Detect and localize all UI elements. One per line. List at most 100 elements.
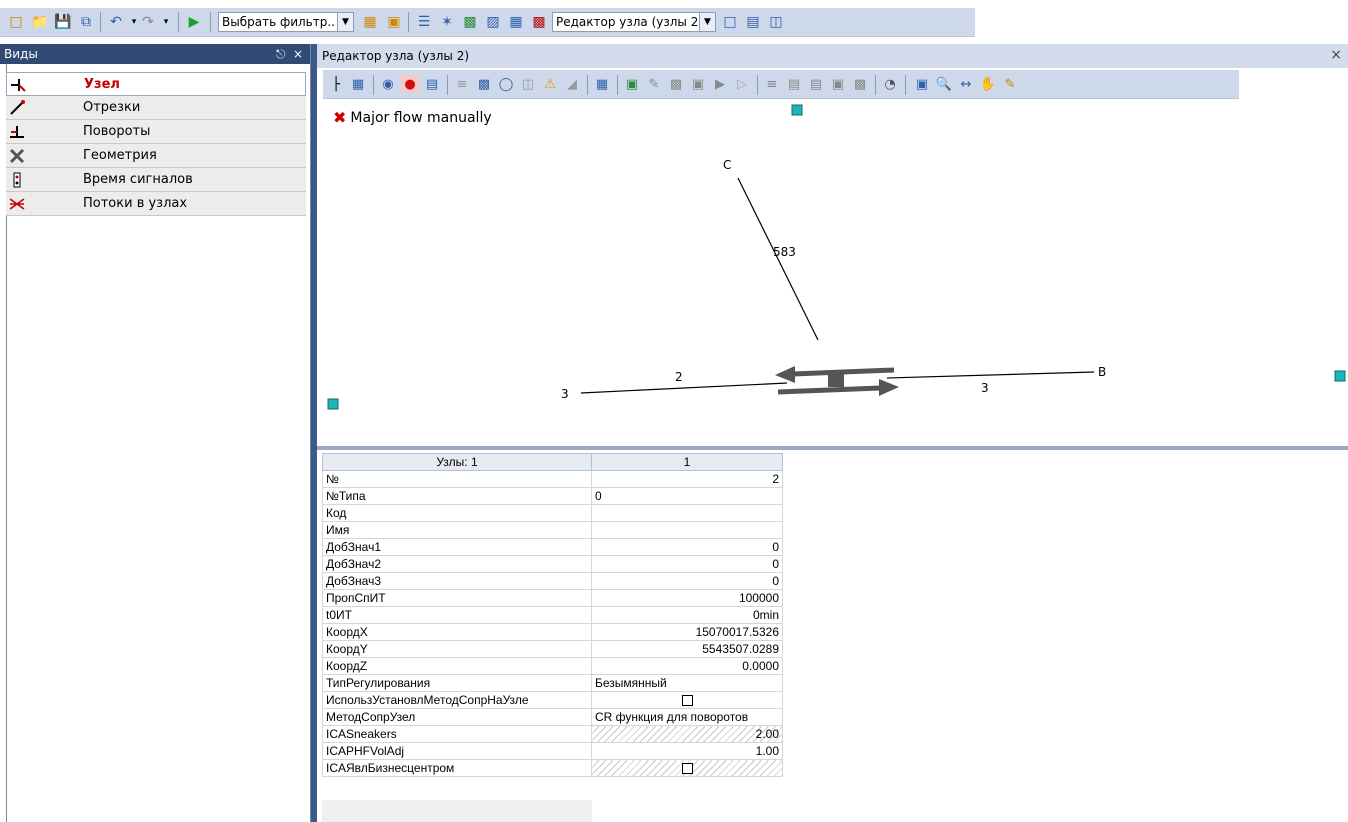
attribute-value[interactable]: CR функция для поворотов [591, 708, 783, 726]
view-item-links[interactable]: Отрезки [6, 96, 306, 120]
table-row[interactable]: ICAЯвлБизнесцентром [322, 759, 783, 777]
table-row[interactable]: ПропСпИТ 100000 [322, 589, 783, 607]
view-item-signal-time[interactable]: Время сигналов [6, 168, 306, 192]
play-icon[interactable]: ▶ [184, 12, 204, 32]
table-row[interactable]: ИспользУстановлМетодСопрНаУзле [322, 691, 783, 709]
new-file-icon[interactable]: □ [6, 12, 26, 32]
filter-apply-icon[interactable]: ▣ [384, 12, 404, 32]
lanes-icon[interactable]: ≡ [453, 75, 471, 93]
network-view-icon[interactable]: ✶ [437, 12, 457, 32]
warning-icon[interactable]: ⚠ [541, 75, 559, 93]
circle-tool-icon[interactable]: ◉ [379, 75, 397, 93]
node-turn-arrows[interactable] [775, 366, 899, 396]
edit-signal-icon[interactable]: ✎ [645, 75, 663, 93]
table-row[interactable]: ICASneakers 2.00 [322, 725, 783, 743]
attribute-value[interactable]: 0 [591, 555, 783, 573]
chart-view-icon[interactable]: ▨ [483, 12, 503, 32]
window-vertical-icon[interactable]: ◫ [766, 12, 786, 32]
attribute-value[interactable]: 0 [591, 572, 783, 590]
stage-icon[interactable]: ≡ [763, 75, 781, 93]
view-item-node-flows[interactable]: Потоки в узлах [6, 192, 306, 216]
window-horizontal-icon[interactable]: ▤ [743, 12, 763, 32]
table-row[interactable]: №Типа 0 [322, 487, 783, 505]
attribute-value[interactable]: 0.0000 [591, 657, 783, 675]
select-tool-icon[interactable]: ▤ [423, 75, 441, 93]
view-item-node[interactable]: Узел [6, 72, 306, 96]
table-row[interactable]: Код [322, 504, 783, 522]
pie-icon[interactable]: ◔ [881, 75, 899, 93]
table-row[interactable]: t0ИТ 0min [322, 606, 783, 624]
link-right[interactable] [886, 371, 1095, 379]
save-icon[interactable]: 💾 [53, 12, 73, 32]
attribute-value[interactable] [591, 504, 783, 522]
table-row[interactable]: КоордY 5543507.0289 [322, 640, 783, 658]
cycle-icon[interactable]: ◯ [497, 75, 515, 93]
record-tool-icon[interactable]: ● [401, 75, 419, 93]
zoom-extent-icon[interactable]: ↔ [957, 75, 975, 93]
table-row[interactable]: МетодСопрУзел CR функция для поворотов [322, 708, 783, 726]
column-header-key[interactable]: Узлы: 1 [322, 453, 592, 471]
attribute-checkbox-cell[interactable] [591, 691, 783, 709]
attribute-value[interactable]: Безымянный [591, 674, 783, 692]
stage-add-icon[interactable]: ▤ [785, 75, 803, 93]
table-row[interactable]: ДобЗнач3 0 [322, 572, 783, 590]
node-marker-left[interactable] [327, 398, 339, 410]
attribute-value[interactable]: 0 [591, 487, 783, 505]
close-icon[interactable]: × [1330, 47, 1342, 63]
stage-copy-icon[interactable]: ▣ [829, 75, 847, 93]
attribute-value[interactable]: 0 [591, 538, 783, 556]
grid-tool-icon[interactable]: ▦ [349, 75, 367, 93]
table-row[interactable]: ДобЗнач1 0 [322, 538, 783, 556]
pan-hand-icon[interactable]: ✋ [979, 75, 997, 93]
table-row[interactable]: КоордX 15070017.5326 [322, 623, 783, 641]
move-signal-icon[interactable]: ▶ [711, 75, 729, 93]
delete-signal-icon[interactable]: ▩ [667, 75, 685, 93]
checkbox[interactable] [681, 763, 693, 775]
add-signal-icon[interactable]: ▣ [623, 75, 641, 93]
node-marker-top[interactable] [791, 104, 803, 116]
open-folder-icon[interactable]: 📁 [30, 12, 50, 32]
stage-delete-icon[interactable]: ▩ [851, 75, 869, 93]
filter-edit-icon[interactable]: ▦ [360, 12, 380, 32]
close-icon[interactable]: × [293, 44, 303, 64]
filter-combo[interactable]: Выбрать фильтр.. ▼ [218, 12, 354, 32]
pin-icon[interactable]: ⎋ [276, 44, 286, 64]
link-left[interactable] [580, 382, 788, 394]
node-editor-combo[interactable]: Редактор узла (узлы 2) ▼ [552, 12, 716, 32]
redo-icon[interactable]: ↷ [138, 12, 158, 32]
attribute-value[interactable]: 5543507.0289 [591, 640, 783, 658]
ramp-icon[interactable]: ◢ [563, 75, 581, 93]
attribute-value[interactable]: 1.00 [591, 742, 783, 760]
graph-view-icon[interactable]: ▩ [460, 12, 480, 32]
stage-edit-icon[interactable]: ▤ [807, 75, 825, 93]
save-as-icon[interactable]: ⧉ [76, 12, 96, 32]
table-row[interactable]: Имя [322, 521, 783, 539]
node-canvas[interactable]: ✖ Major flow manually C 583 3 2 3 B [317, 102, 1348, 446]
list-view-icon[interactable]: ☰ [414, 12, 434, 32]
view-item-turns[interactable]: Повороты [6, 120, 306, 144]
los-icon[interactable]: ▩ [475, 75, 493, 93]
major-flow-indicator[interactable]: ✖ Major flow manually [333, 108, 492, 127]
copy-signal-icon[interactable]: ▣ [689, 75, 707, 93]
attribute-value[interactable]: 0min [591, 606, 783, 624]
window-single-icon[interactable]: □ [720, 12, 740, 32]
calc-icon[interactable]: ▦ [593, 75, 611, 93]
attribute-value[interactable]: 100000 [591, 589, 783, 607]
view-item-geometry[interactable]: Геометрия [6, 144, 306, 168]
remove-signal-icon[interactable]: ▷ [733, 75, 751, 93]
table-row[interactable]: ICAPHFVolAdj 1.00 [322, 742, 783, 760]
table-row[interactable]: ДобЗнач2 0 [322, 555, 783, 573]
attribute-value[interactable]: 15070017.5326 [591, 623, 783, 641]
link-c[interactable] [737, 177, 819, 341]
chevron-down-icon[interactable]: ▼ [699, 13, 715, 31]
chevron-down-icon[interactable]: ▼ [337, 13, 353, 31]
pencil-icon[interactable]: ✎ [1001, 75, 1019, 93]
zoom-icon[interactable]: 🔍 [935, 75, 953, 93]
column-header-value[interactable]: 1 [591, 453, 783, 471]
attribute-value[interactable] [591, 521, 783, 539]
checkbox[interactable] [681, 695, 693, 707]
attribute-checkbox-cell[interactable] [591, 759, 783, 777]
table-view-icon[interactable]: ▦ [506, 12, 526, 32]
table-row[interactable]: № 2 [322, 470, 783, 488]
matrix-view-icon[interactable]: ▩ [529, 12, 549, 32]
